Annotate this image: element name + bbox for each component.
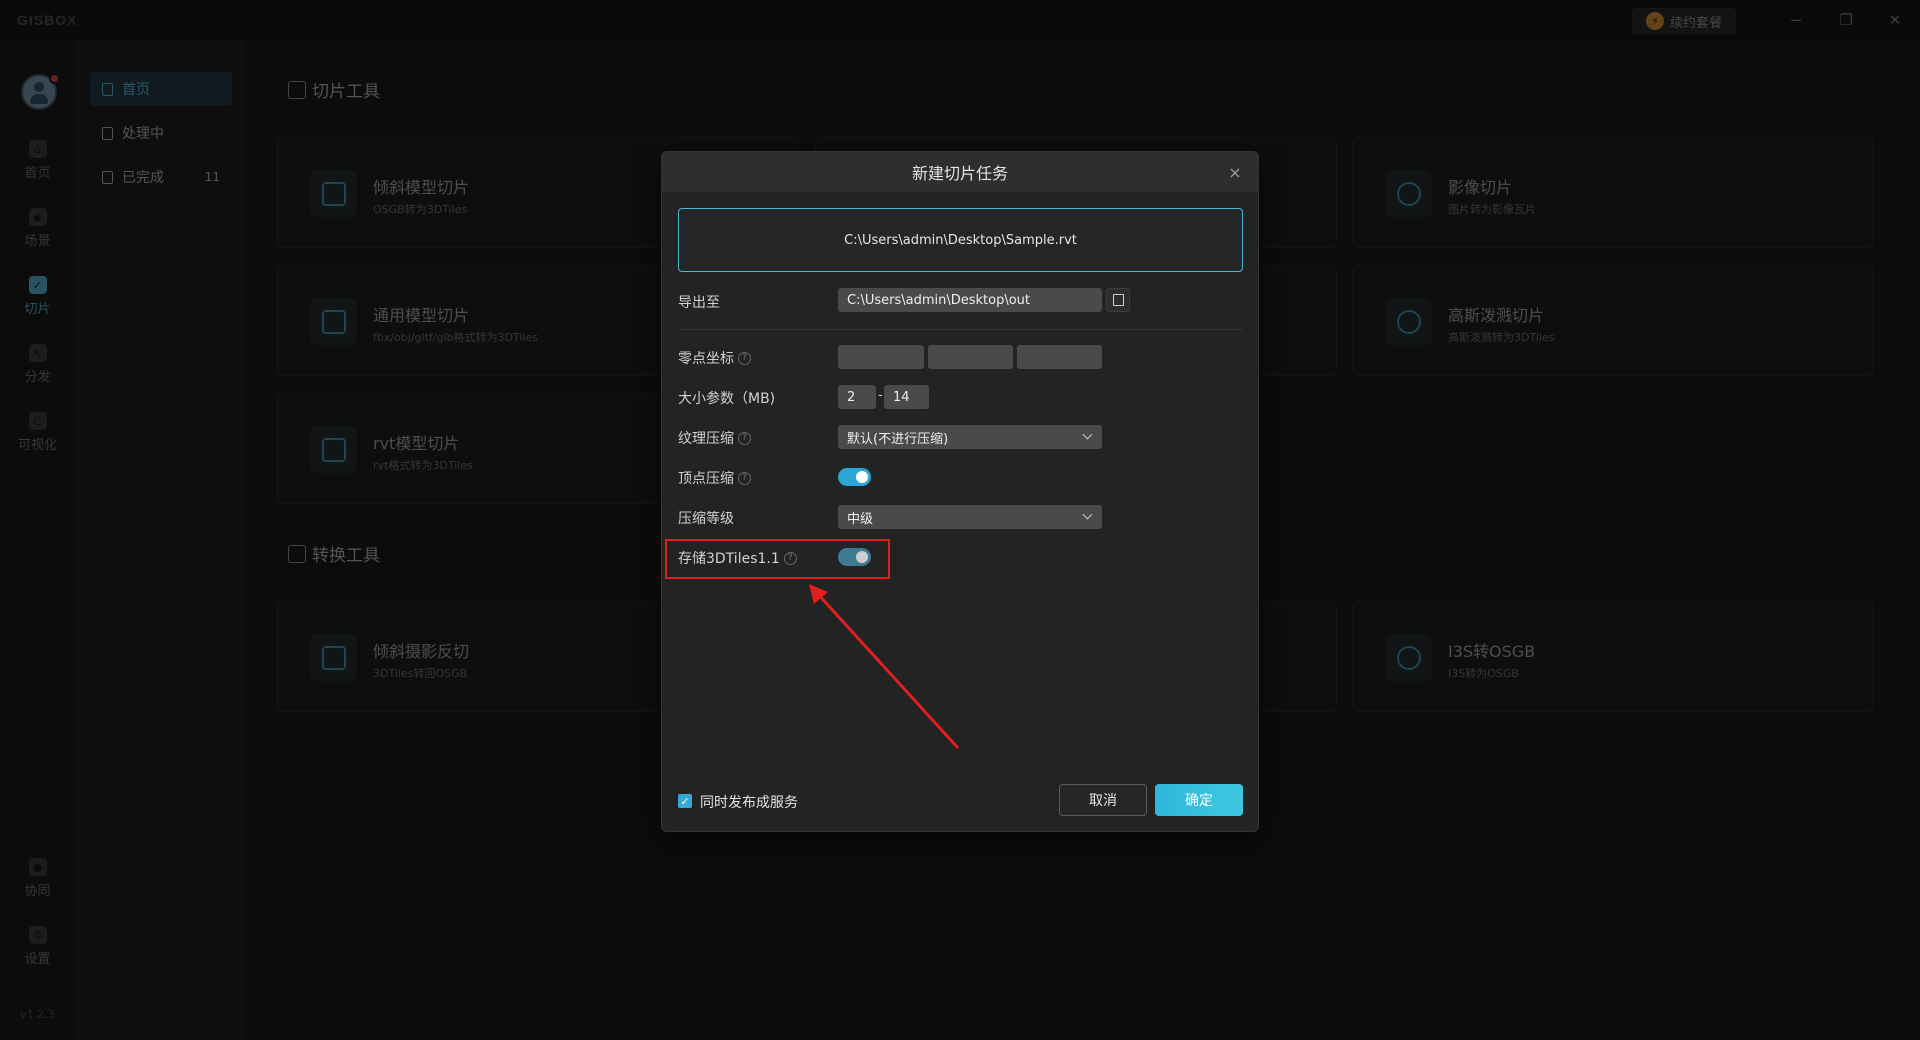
- confirm-button[interactable]: 确定: [1155, 784, 1243, 816]
- new-slice-task-dialog: 新建切片任务 × C:\Users\admin\Desktop\Sample.r…: [661, 151, 1259, 832]
- annotation-arrow: [809, 584, 960, 750]
- publish-service-checkbox[interactable]: ✓: [678, 794, 692, 808]
- cancel-button[interactable]: 取消: [1059, 784, 1147, 816]
- publish-service-label: 同时发布成服务: [700, 795, 798, 811]
